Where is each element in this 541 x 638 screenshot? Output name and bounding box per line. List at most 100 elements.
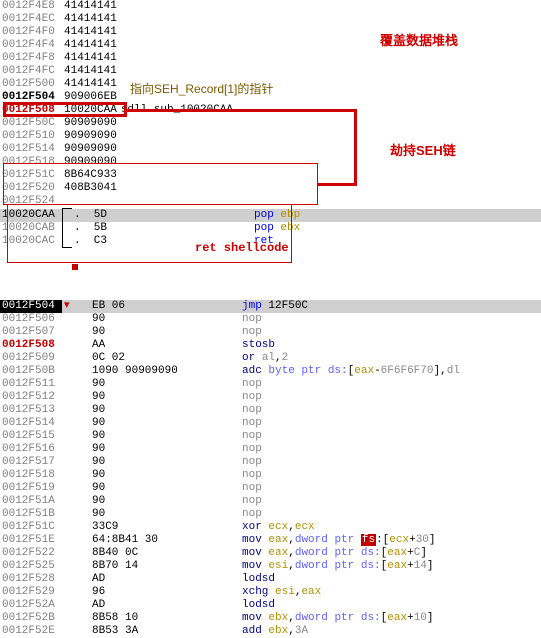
stack-row[interactable]: 0012F4F041414141 <box>0 26 541 39</box>
disasm-row[interactable]: 0012F5090C 02or al,2 <box>0 352 541 365</box>
bytes-cell: 8B53 3A <box>90 625 240 638</box>
address-cell: 0012F51B <box>0 508 62 521</box>
comment-cell <box>119 143 541 156</box>
mnemonic-cell: pop ebx <box>252 222 541 235</box>
disasm-row[interactable]: 0012F52996xchg esi,eax <box>0 586 541 599</box>
disasm-row[interactable]: 0012F51A90nop <box>0 495 541 508</box>
bytes-cell: 90 <box>90 417 240 430</box>
stack-row[interactable]: 0012F4F441414141 <box>0 39 541 52</box>
mnemonic-cell: pop ebp <box>252 209 541 222</box>
stack-row[interactable]: 0012F50810020CAAsdll.sub_10020CAA <box>0 104 541 117</box>
mnemonic-cell: mov ebx,dword ptr ds:[eax+10] <box>240 612 541 625</box>
address-cell: 0012F51A <box>0 495 62 508</box>
disasm-row[interactable]: 0012F5258B70 14mov esi,dword ptr ds:[eax… <box>0 560 541 573</box>
gutter-cell: ▾ <box>62 300 90 313</box>
label-seh-ptr: 指向SEH_Record[1]的指针 <box>130 80 273 97</box>
address-cell: 10020CAC <box>0 235 62 248</box>
gutter-cell <box>62 456 90 469</box>
disasm-row[interactable]: 0012F52E8B53 3Aadd ebx,3A <box>0 625 541 638</box>
disasm-row[interactable]: 0012F528ADlodsd <box>0 573 541 586</box>
stack-row[interactable]: 0012F51090909090 <box>0 130 541 143</box>
bytes-cell: 96 <box>90 586 240 599</box>
address-cell: 0012F513 <box>0 404 62 417</box>
disasm-row[interactable]: 0012F51790nop <box>0 456 541 469</box>
address-cell: 0012F4FC <box>0 65 62 78</box>
address-cell: 0012F504 <box>0 91 62 104</box>
gutter-cell <box>62 339 90 352</box>
hex-cell: 41414141 <box>62 39 119 52</box>
mnemonic-cell: stosb <box>240 339 541 352</box>
address-cell: 0012F519 <box>0 482 62 495</box>
disasm-row[interactable]: 0012F51490nop <box>0 417 541 430</box>
bytes-cell: 90 <box>90 326 240 339</box>
disasm-row[interactable]: 0012F51390nop <box>0 404 541 417</box>
stack-row[interactable]: 0012F51890909090 <box>0 156 541 169</box>
stack-row[interactable]: 0012F4FC41414141 <box>0 65 541 78</box>
address-cell: 0012F520 <box>0 182 62 195</box>
stack-row[interactable]: 0012F4EC41414141 <box>0 13 541 26</box>
mnemonic-cell: ret <box>252 235 541 248</box>
disasm-row[interactable]: 0012F51290nop <box>0 391 541 404</box>
address-cell: 0012F50C <box>0 117 62 130</box>
stack-row[interactable]: 0012F51C8B64C933 <box>0 169 541 182</box>
disasm-row[interactable]: 0012F51E64:8B41 30mov eax,dword ptr fs:[… <box>0 534 541 547</box>
gutter-cell <box>62 326 90 339</box>
disasm-row[interactable]: 0012F51590nop <box>0 430 541 443</box>
stack-row[interactable]: 0012F524 <box>0 195 541 208</box>
address-cell: 0012F517 <box>0 456 62 469</box>
disasm-row[interactable]: 0012F51190nop <box>0 378 541 391</box>
mnemonic-cell: mov esi,dword ptr ds:[eax+14] <box>240 560 541 573</box>
bytes-cell: 8B70 14 <box>90 560 240 573</box>
disasm-row[interactable]: 0012F50B1090 90909090adc byte ptr ds:[ea… <box>0 365 541 378</box>
stack-row[interactable]: 0012F520408B3041 <box>0 182 541 195</box>
bytes-cell: 90 <box>90 469 240 482</box>
disasm-row[interactable]: 0012F504▾EB 06jmp 12F50C <box>0 300 541 313</box>
gutter-cell <box>62 378 90 391</box>
gutter-cell <box>62 547 90 560</box>
disasm-row[interactable]: 0012F508AAstosb <box>0 339 541 352</box>
address-cell: 0012F52B <box>0 612 62 625</box>
bytes-cell: 90 <box>90 508 240 521</box>
address-cell: 0012F4E8 <box>0 0 62 13</box>
mnemonic-cell: nop <box>240 469 541 482</box>
disasm-row[interactable]: 10020CAA. 5Dpop ebp <box>0 209 541 222</box>
comment-cell <box>119 13 541 26</box>
disasm-row[interactable]: 0012F51690nop <box>0 443 541 456</box>
stack-dump-table: 0012F4E8414141410012F4EC414141410012F4F0… <box>0 0 541 208</box>
address-cell: 0012F514 <box>0 417 62 430</box>
stack-row[interactable]: 0012F50C90909090 <box>0 117 541 130</box>
disasm-row[interactable]: 0012F50790nop <box>0 326 541 339</box>
disasm-row[interactable]: 0012F50690nop <box>0 313 541 326</box>
disasm-row[interactable]: 0012F52B8B58 10mov ebx,dword ptr ds:[eax… <box>0 612 541 625</box>
disasm-row[interactable]: 0012F52AADlodsd <box>0 599 541 612</box>
mnemonic-cell: add ebx,3A <box>240 625 541 638</box>
hex-cell: 408B3041 <box>62 182 119 195</box>
hex-cell: 90909090 <box>62 130 119 143</box>
disasm-row[interactable]: 0012F51B90nop <box>0 508 541 521</box>
stack-row[interactable]: 0012F4E841414141 <box>0 0 541 13</box>
hex-cell: 41414141 <box>62 65 119 78</box>
comment-cell <box>119 169 541 182</box>
stack-row[interactable]: 0012F4F841414141 <box>0 52 541 65</box>
comment-cell <box>119 52 541 65</box>
disasm-row[interactable]: 0012F51890nop <box>0 469 541 482</box>
hex-cell: 90909090 <box>62 117 119 130</box>
address-cell: 0012F4F4 <box>0 39 62 52</box>
disasm-row[interactable]: 0012F51C33C9xor ecx,ecx <box>0 521 541 534</box>
disasm-row[interactable]: 0012F51990nop <box>0 482 541 495</box>
bytes-cell: 90 <box>90 391 240 404</box>
address-cell: 10020CAA <box>0 209 62 222</box>
bytes-cell: EB 06 <box>90 300 240 313</box>
mnemonic-cell: nop <box>240 482 541 495</box>
stack-row[interactable]: 0012F51490909090 <box>0 143 541 156</box>
comment-cell <box>119 65 541 78</box>
comment-cell <box>119 0 541 13</box>
address-cell: 0012F515 <box>0 430 62 443</box>
disasm-row[interactable]: 10020CAB. 5Bpop ebx <box>0 222 541 235</box>
label-overwrite-stack: 覆盖数据堆栈 <box>380 30 458 49</box>
bytes-cell: 90 <box>90 430 240 443</box>
disasm-row[interactable]: 0012F5228B40 0Cmov eax,dword ptr ds:[eax… <box>0 547 541 560</box>
mnemonic-cell: nop <box>240 456 541 469</box>
bytes-cell: AD <box>90 599 240 612</box>
gutter-cell <box>62 391 90 404</box>
